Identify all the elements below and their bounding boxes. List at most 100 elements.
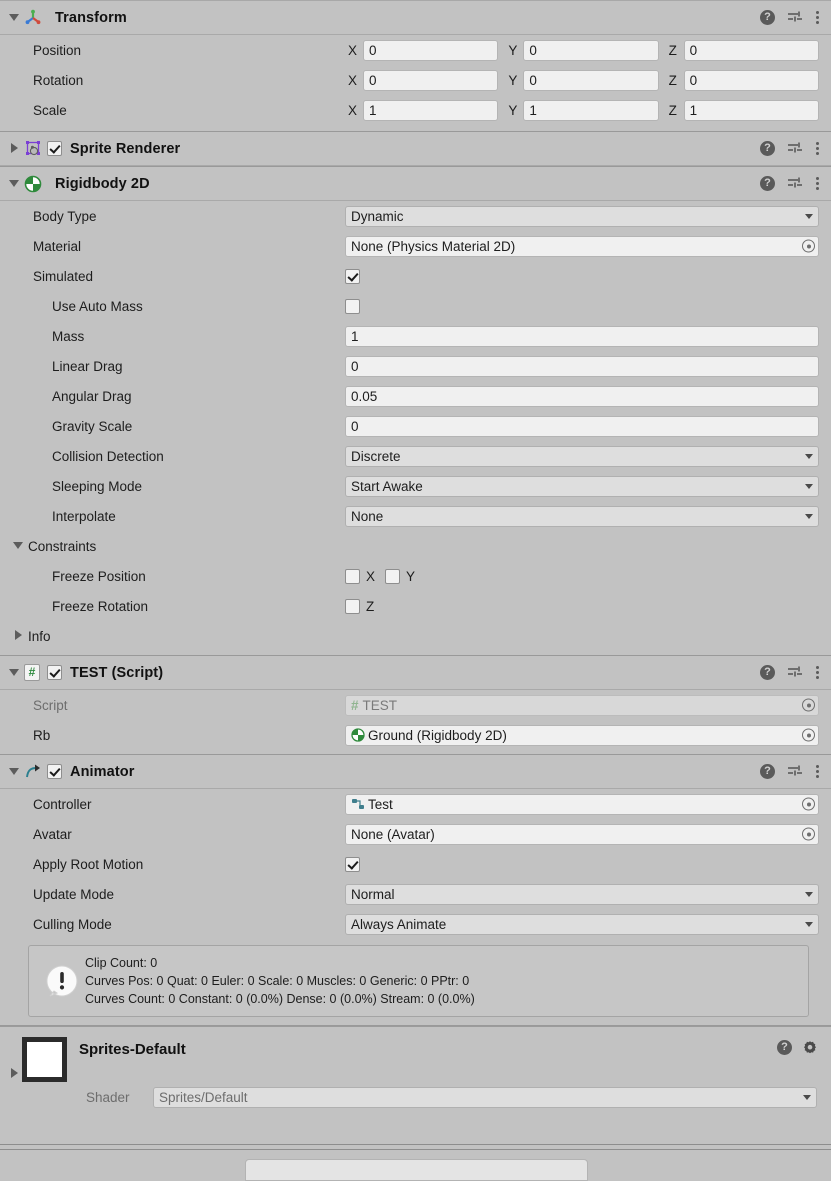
scale-y-input[interactable]: 1 — [523, 99, 659, 121]
simulated-checkbox[interactable] — [345, 268, 360, 284]
body-type-dropdown[interactable]: Dynamic — [345, 205, 819, 227]
rigidbody-2d-icon — [24, 175, 42, 193]
scale-label: Scale — [33, 102, 67, 118]
constraints-foldout-arrow[interactable] — [12, 540, 24, 552]
object-picker-icon[interactable] — [802, 728, 815, 742]
row-use-auto-mass: Use Auto Mass — [0, 291, 831, 321]
constraints-label: Constraints — [28, 538, 97, 554]
sprite-renderer-enabled-checkbox[interactable] — [47, 141, 62, 156]
row-culling-mode: Culling Mode Always Animate — [0, 909, 831, 939]
controller-object-field[interactable]: Test — [345, 793, 819, 815]
help-icon[interactable]: ? — [760, 764, 775, 779]
controller-value: Test — [368, 796, 393, 812]
collision-detection-dropdown[interactable]: Discrete — [345, 445, 819, 467]
test-script-header[interactable]: # TEST (Script) ? — [0, 656, 831, 690]
test-script-foldout-arrow[interactable] — [8, 667, 20, 679]
material-header: Sprites-Default ? — [0, 1027, 831, 1082]
interpolate-dropdown[interactable]: None — [345, 505, 819, 527]
help-icon[interactable]: ? — [760, 10, 775, 25]
preset-icon[interactable] — [787, 666, 803, 680]
more-menu-icon[interactable] — [815, 176, 819, 192]
more-menu-icon[interactable] — [815, 764, 819, 780]
more-menu-icon[interactable] — [815, 665, 819, 681]
help-icon[interactable]: ? — [760, 176, 775, 191]
more-menu-icon[interactable] — [815, 10, 819, 26]
animator-foldout-arrow[interactable] — [8, 766, 20, 778]
panel-spacer — [0, 1130, 831, 1145]
material-object-field[interactable]: None (Physics Material 2D) — [345, 235, 819, 257]
row-sleeping-mode: Sleeping Mode Start Awake — [0, 471, 831, 501]
shader-label: Shader — [86, 1090, 130, 1105]
preset-icon[interactable] — [787, 142, 803, 156]
material-shader-row: Shader Sprites/Default — [0, 1082, 831, 1108]
help-icon[interactable]: ? — [760, 141, 775, 156]
freeze-position-x-checkbox[interactable] — [345, 568, 360, 584]
transform-header[interactable]: Transform ? — [0, 1, 831, 35]
angular-drag-label: Angular Drag — [52, 388, 132, 404]
chevron-down-icon — [805, 483, 813, 489]
animator-enabled-checkbox[interactable] — [47, 764, 62, 779]
scale-x-input[interactable]: 1 — [363, 99, 499, 121]
freeze-rotation-z-label: Z — [366, 598, 375, 614]
info-foldout-arrow[interactable] — [12, 630, 24, 642]
material-foldout-arrow[interactable] — [8, 1068, 20, 1080]
gravity-scale-input[interactable]: 0 — [345, 415, 819, 437]
preset-icon[interactable] — [787, 177, 803, 191]
interpolate-label: Interpolate — [52, 508, 116, 524]
material-color-swatch[interactable] — [22, 1037, 67, 1082]
apply-root-motion-checkbox[interactable] — [345, 856, 360, 872]
angular-drag-input[interactable]: 0.05 — [345, 385, 819, 407]
rotation-y-input[interactable]: 0 — [523, 69, 659, 91]
position-z-input[interactable]: 0 — [683, 39, 819, 61]
transform-scale-row: Scale X 1 Y 1 Z 1 — [0, 95, 831, 125]
scale-z-input[interactable]: 1 — [683, 99, 819, 121]
script-label: Script — [33, 697, 68, 713]
sprite-renderer-header[interactable]: Sprite Renderer ? — [0, 132, 831, 166]
mass-input[interactable]: 1 — [345, 325, 819, 347]
transform-gizmo-icon — [24, 9, 42, 27]
rotation-z-input[interactable]: 0 — [683, 69, 819, 91]
sleeping-mode-dropdown[interactable]: Start Awake — [345, 475, 819, 497]
culling-mode-dropdown[interactable]: Always Animate — [345, 913, 819, 935]
rigidbody-2d-foldout-arrow[interactable] — [8, 178, 20, 190]
collision-detection-label: Collision Detection — [52, 448, 164, 464]
csharp-script-icon: # — [24, 663, 42, 682]
transform-foldout-arrow[interactable] — [8, 12, 20, 24]
help-icon[interactable]: ? — [760, 665, 775, 680]
axis-label-x: X — [348, 72, 358, 88]
avatar-object-field[interactable]: None (Avatar) — [345, 823, 819, 845]
object-picker-icon[interactable] — [802, 239, 815, 253]
gear-icon[interactable] — [802, 1040, 817, 1055]
animator-header[interactable]: Animator ? — [0, 755, 831, 789]
shader-dropdown[interactable]: Sprites/Default — [153, 1087, 817, 1108]
more-menu-icon[interactable] — [815, 141, 819, 157]
rigidbody-2d-header[interactable]: Rigidbody 2D ? — [0, 167, 831, 201]
position-y-input[interactable]: 0 — [523, 39, 659, 61]
rb-label: Rb — [33, 727, 51, 743]
row-material: Material None (Physics Material 2D) — [0, 231, 831, 261]
rb-object-field[interactable]: Ground (Rigidbody 2D) — [345, 724, 819, 746]
use-auto-mass-checkbox[interactable] — [345, 298, 360, 314]
preset-icon[interactable] — [787, 11, 803, 25]
avatar-value: None (Avatar) — [351, 826, 435, 842]
animator-title: Animator — [70, 763, 135, 780]
rigidbody-2d-title: Rigidbody 2D — [55, 175, 150, 192]
object-picker-icon[interactable] — [802, 797, 815, 811]
test-script-enabled-checkbox[interactable] — [47, 665, 62, 680]
row-apply-root-motion: Apply Root Motion — [0, 849, 831, 879]
sprite-renderer-foldout-arrow[interactable] — [8, 142, 20, 155]
position-x-input[interactable]: 0 — [363, 39, 499, 61]
object-picker-icon[interactable] — [802, 827, 815, 841]
transform-title: Transform — [55, 9, 127, 26]
linear-drag-input[interactable]: 0 — [345, 355, 819, 377]
freeze-position-y-checkbox[interactable] — [385, 568, 401, 584]
help-icon[interactable]: ? — [777, 1040, 792, 1055]
constraints-foldout[interactable]: Constraints — [0, 531, 831, 561]
preset-icon[interactable] — [787, 765, 803, 779]
update-mode-dropdown[interactable]: Normal — [345, 883, 819, 905]
rotation-x-input[interactable]: 0 — [363, 69, 499, 91]
freeze-rotation-z-checkbox[interactable] — [345, 598, 360, 614]
rb-value: Ground (Rigidbody 2D) — [368, 727, 507, 743]
info-foldout[interactable]: Info — [0, 621, 831, 651]
helpbox-line-1: Clip Count: 0 — [85, 956, 158, 970]
